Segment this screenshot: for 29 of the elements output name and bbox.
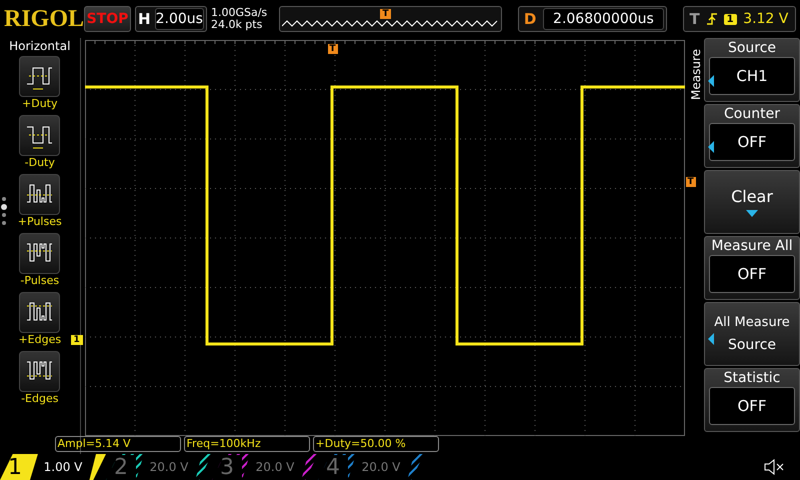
- timebase-display[interactable]: H 2.00us: [134, 6, 207, 32]
- down-triangle-icon: [746, 210, 758, 216]
- channel-tab[interactable]: 2 20.0 V: [106, 454, 212, 480]
- softkey[interactable]: Measure All OFF: [704, 236, 800, 300]
- memory-depth: 24.0k pts: [210, 19, 264, 31]
- softkey[interactable]: Counter OFF: [704, 104, 800, 168]
- softkey[interactable]: Source CH1: [704, 38, 800, 102]
- channel-tab[interactable]: 3 20.0 V: [212, 454, 318, 480]
- trigger-position-marker: T: [328, 44, 338, 54]
- trigger-position-marker: T: [380, 9, 391, 19]
- channel-marker: 1: [70, 335, 83, 345]
- page-indicator-icon: [1, 196, 7, 226]
- menu-title: Measure: [689, 48, 701, 100]
- menu-title: Horizontal: [9, 39, 70, 53]
- channel-tab[interactable]: 4 20.0 V: [318, 454, 424, 480]
- trigger-source-badge: 1: [724, 14, 737, 24]
- softkey[interactable]: All Measure Source: [704, 302, 800, 366]
- measurement-readout: +Duty=50.00 %: [312, 436, 439, 452]
- measurement-readout: Ampl=5.14 V: [54, 436, 181, 452]
- rising-edge-icon: [706, 12, 718, 26]
- sample-rate: 1.00GSa/s: [210, 7, 268, 19]
- softkey[interactable]: Clear: [704, 170, 800, 234]
- channel-tab[interactable]: 1 1.00 V: [0, 454, 106, 480]
- trigger-level-marker: T: [686, 177, 696, 187]
- mute-icon[interactable]: [764, 459, 784, 475]
- measurement-readout: Freq=100kHz: [184, 436, 310, 452]
- softkey[interactable]: Statistic OFF: [704, 368, 800, 432]
- delay-display[interactable]: D 2.06800000us: [518, 6, 667, 32]
- trigger-display[interactable]: T 1 3.12 V: [682, 6, 796, 32]
